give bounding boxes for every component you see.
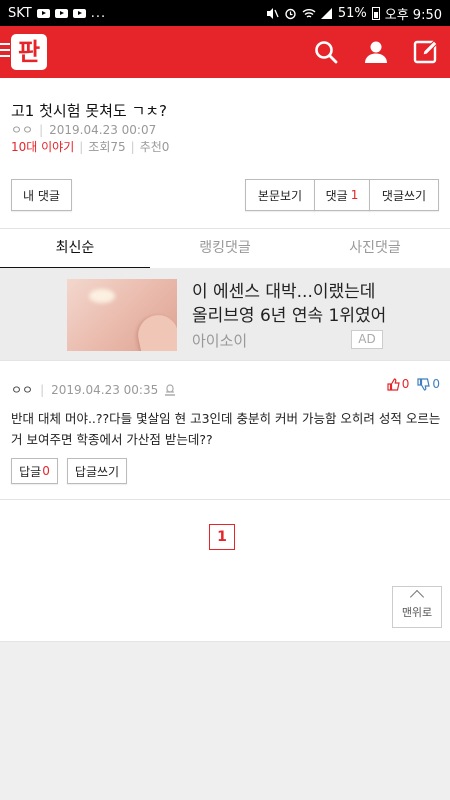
post-datetime: 2019.04.23 00:07 <box>49 123 157 137</box>
comment-datetime: 2019.04.23 00:35 <box>51 382 159 397</box>
comments-label: 댓글 <box>325 188 348 203</box>
post-stats: 10대 이야기 | 조회75 | 추천0 <box>11 140 170 154</box>
ad-headline: 이 에센스 대박...이랬는데 올리브영 6년 연속 1위였어 <box>192 280 386 328</box>
back-to-top-label: 맨위로 <box>401 606 433 619</box>
reply-count: 0 <box>42 464 50 478</box>
more-notifications: ... <box>90 5 107 21</box>
comment-votes: 0 0 <box>387 377 440 391</box>
ad-image <box>67 279 177 351</box>
menu-icon[interactable] <box>0 43 10 57</box>
thumbs-up-icon <box>387 377 400 391</box>
pann-logo[interactable]: 판 <box>11 34 47 70</box>
comment-item: ㅇㅇ | 2019.04.23 00:35 0 0 반대 대체 머야..??다들… <box>0 360 450 500</box>
write-reply-button[interactable]: 답글쓰기 <box>67 458 127 484</box>
youtube-icon <box>72 8 86 18</box>
wifi-icon <box>302 8 316 18</box>
downvote-count: 0 <box>432 377 440 391</box>
ad-line-1: 이 에센스 대박...이랬는데 <box>192 282 376 302</box>
status-bar: SKT ... 51% 오후 9:50 <box>0 0 450 26</box>
upvote-button[interactable]: 0 <box>387 377 410 391</box>
youtube-icon <box>36 8 50 18</box>
view-post-button[interactable]: 본문보기 <box>245 179 315 211</box>
post-category[interactable]: 10대 이야기 <box>11 140 74 154</box>
downvote-button[interactable]: 0 <box>417 377 440 391</box>
post-views: 조회75 <box>88 140 126 154</box>
comment-meta: ㅇㅇ | 2019.04.23 00:35 <box>11 381 176 398</box>
pagination: 1 맨위로 <box>0 500 450 642</box>
search-icon[interactable] <box>313 39 339 65</box>
tab-photo[interactable]: 사진댓글 <box>300 229 450 269</box>
upvote-count: 0 <box>401 377 410 391</box>
clock: 오후 9:50 <box>384 7 442 23</box>
ad-brand: 아이소이 <box>192 332 248 350</box>
youtube-icon <box>54 8 68 18</box>
post-author: ㅇㅇ <box>11 123 34 137</box>
user-icon[interactable] <box>363 39 389 65</box>
tab-ranking[interactable]: 랭킹댓글 <box>150 229 300 269</box>
mute-icon <box>266 7 279 19</box>
carrier-label: SKT <box>8 5 32 21</box>
battery-percent: 51% <box>337 5 367 21</box>
alarm-icon <box>285 8 296 19</box>
post-header: 고1 첫시험 못쳐도 ㄱㅊ? ㅇㅇ | 2019.04.23 00:07 10대 이… <box>0 78 450 228</box>
reply-button[interactable]: 답글 0 <box>11 458 58 484</box>
post-title[interactable]: 고1 첫시험 못쳐도 ㄱㅊ? <box>11 100 167 121</box>
write-icon[interactable] <box>413 39 439 65</box>
chevron-up-icon <box>409 589 425 605</box>
comment-sort-tabs: 최신순 랭킹댓글 사진댓글 <box>0 228 450 269</box>
post-meta: ㅇㅇ | 2019.04.23 00:07 <box>11 123 157 137</box>
reply-label: 답글 <box>19 464 42 479</box>
post-recommends: 추천0 <box>139 140 170 154</box>
battery-icon <box>371 6 380 20</box>
signal-icon <box>320 7 332 19</box>
comments-count: 1 <box>350 188 359 202</box>
comment-text: 반대 대체 머야..??다들 몇살임 현 고3인데 충분히 커버 가능함 오히려… <box>11 411 441 447</box>
my-comments-button[interactable]: 내 댓글 <box>11 179 72 211</box>
ad-line-2: 올리브영 6년 연속 1위였어 <box>192 306 387 326</box>
back-to-top-button[interactable]: 맨위로 <box>392 586 442 628</box>
tab-latest[interactable]: 최신순 <box>0 229 150 269</box>
app-header: 판 <box>0 26 450 78</box>
thumbs-down-icon <box>417 377 431 391</box>
ad-badge: AD <box>351 330 383 349</box>
page-number-current[interactable]: 1 <box>209 524 235 550</box>
comments-button[interactable]: 댓글 1 <box>314 179 370 211</box>
write-comment-button[interactable]: 댓글쓰기 <box>369 179 439 211</box>
report-icon[interactable] <box>164 383 176 396</box>
ad-banner[interactable]: 이 에센스 대박...이랬는데 올리브영 6년 연속 1위였어 아이소이 AD <box>0 268 450 360</box>
comment-author: ㅇㅇ <box>11 383 34 397</box>
